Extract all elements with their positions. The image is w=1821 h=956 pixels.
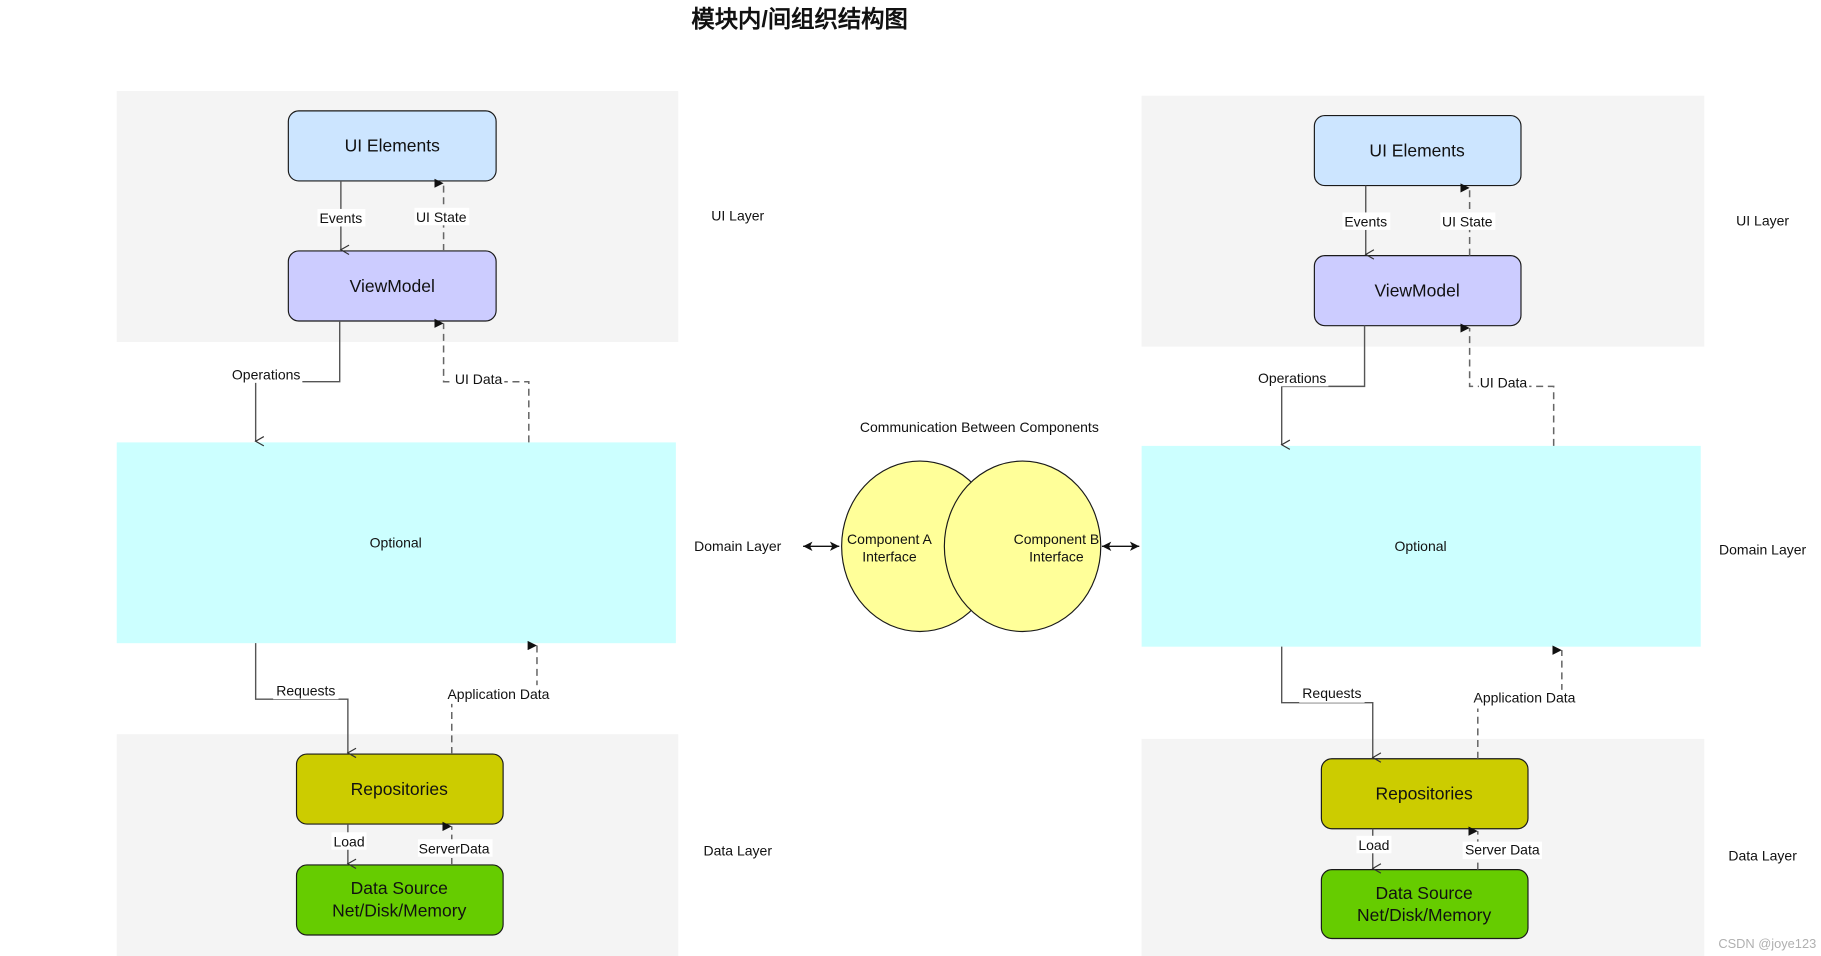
left-viewmodel-node[interactable]: ViewModel xyxy=(287,250,497,322)
right-viewmodel-node[interactable]: ViewModel xyxy=(1313,255,1522,327)
left-domain-layer-label: Domain Layer xyxy=(694,538,781,554)
left-ui-layer-label: UI Layer xyxy=(711,208,764,224)
component-b-label-1: Component B xyxy=(1014,531,1100,547)
right-requests-label: Requests xyxy=(1302,685,1361,701)
left-repositories-node[interactable]: Repositories xyxy=(295,753,504,825)
right-data-source-label-1: Data Source xyxy=(1375,883,1472,903)
right-events-label: Events xyxy=(1344,213,1387,229)
left-ui-elements-label: UI Elements xyxy=(345,136,441,156)
right-domain-optional-label: Optional xyxy=(1395,538,1447,554)
left-repositories-label: Repositories xyxy=(351,779,449,799)
left-ui-data-label: UI Data xyxy=(455,371,503,387)
left-load-label: Load xyxy=(333,833,364,849)
architecture-diagram: 模块内/间组织结构图 UI Elements ViewModel Optiona… xyxy=(116,5,1816,956)
right-viewmodel-label: ViewModel xyxy=(1374,280,1459,300)
communication-section: Communication Between Components Compone… xyxy=(803,419,1140,633)
right-repositories-node[interactable]: Repositories xyxy=(1320,758,1529,830)
right-data-source-label-2: Net/Disk/Memory xyxy=(1357,905,1491,925)
left-server-data-label: ServerData xyxy=(419,840,490,856)
right-ui-layer-label: UI Layer xyxy=(1736,212,1789,228)
left-data-source-node[interactable]: Data Source Net/Disk/Memory xyxy=(295,864,504,936)
right-domain-layer-label: Domain Layer xyxy=(1719,541,1806,557)
right-module: UI Elements ViewModel Optional Repositor… xyxy=(1141,95,1807,956)
communication-title: Communication Between Components xyxy=(860,419,1099,435)
left-domain-optional-label: Optional xyxy=(370,534,422,550)
left-data-source-label-1: Data Source xyxy=(351,878,448,898)
left-application-data-label: Application Data xyxy=(447,686,549,702)
right-data-source-node[interactable]: Data Source Net/Disk/Memory xyxy=(1320,869,1529,940)
component-b-label-2: Interface xyxy=(1029,548,1084,564)
right-ui-data-label: UI Data xyxy=(1480,375,1528,391)
component-a-label-1: Component A xyxy=(847,531,932,547)
left-module: UI Elements ViewModel Optional Repositor… xyxy=(116,91,782,956)
right-application-data-label: Application Data xyxy=(1474,690,1576,706)
left-data-source-label-2: Net/Disk/Memory xyxy=(332,900,466,920)
left-viewmodel-label: ViewModel xyxy=(350,276,435,296)
left-events-label: Events xyxy=(319,210,362,226)
right-load-label: Load xyxy=(1358,837,1389,853)
right-server-data-label: Server Data xyxy=(1465,841,1540,857)
right-ui-elements-node[interactable]: UI Elements xyxy=(1313,114,1522,187)
left-data-layer-label: Data Layer xyxy=(704,843,773,859)
right-operations-label: Operations xyxy=(1258,370,1326,386)
watermark: CSDN @joye123 xyxy=(1718,936,1816,951)
left-requests-label: Requests xyxy=(276,683,335,699)
left-ui-state-label: UI State xyxy=(416,209,467,225)
diagram-title: 模块内/间组织结构图 xyxy=(691,5,907,32)
right-ui-state-label: UI State xyxy=(1442,213,1493,229)
right-repositories-label: Repositories xyxy=(1375,784,1473,804)
left-operations-label: Operations xyxy=(232,366,300,382)
right-data-layer-label: Data Layer xyxy=(1728,847,1797,863)
component-a-label-2: Interface xyxy=(862,548,917,564)
left-ui-elements-node[interactable]: UI Elements xyxy=(287,110,497,182)
right-ui-elements-label: UI Elements xyxy=(1369,140,1465,160)
